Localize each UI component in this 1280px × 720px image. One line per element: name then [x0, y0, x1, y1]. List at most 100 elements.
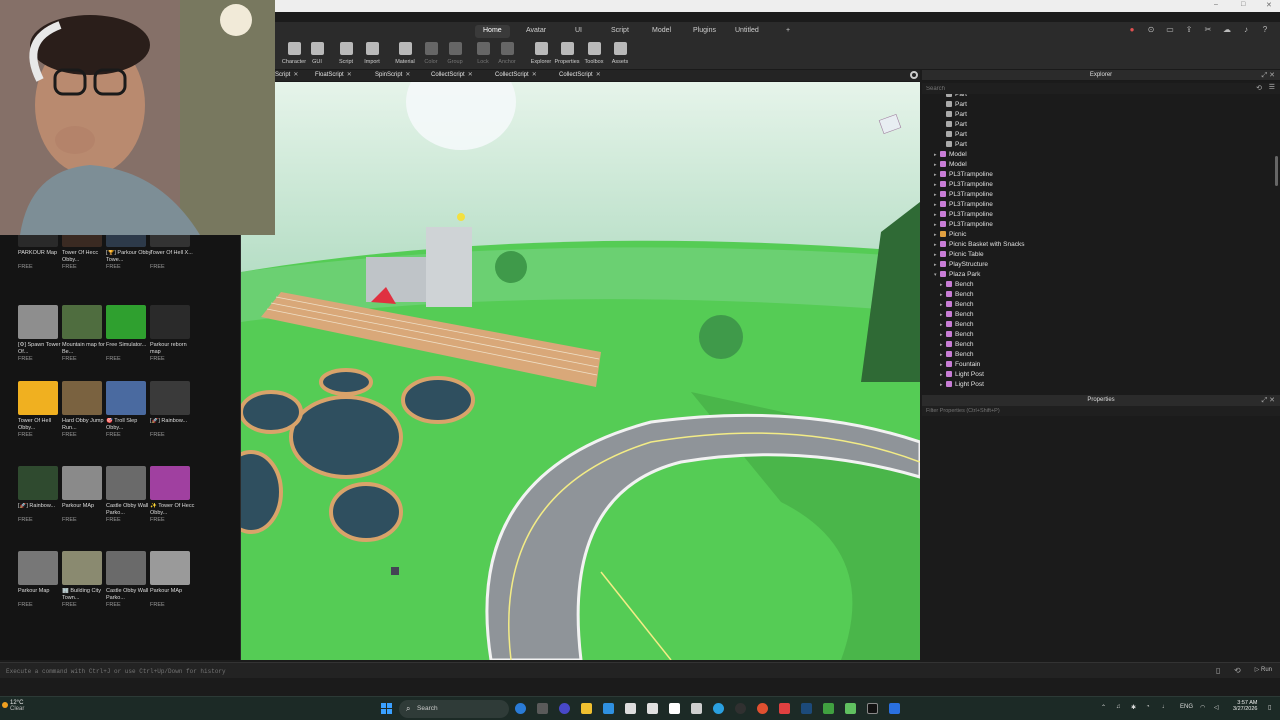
command-input[interactable] — [6, 666, 606, 676]
language-indicator[interactable]: ENG — [1180, 704, 1193, 710]
explorer-node[interactable]: Part — [940, 100, 967, 110]
explorer-node[interactable]: ▸ Model — [934, 160, 967, 170]
explorer-node[interactable]: ▸ Bench — [940, 310, 973, 320]
close-icon[interactable]: ✕ — [1266, 1, 1272, 9]
history-icon[interactable]: ⟲ — [1234, 666, 1241, 675]
explorer-node[interactable]: ▸ PL3Trampoline — [934, 200, 993, 210]
wifi-icon[interactable]: ◠ — [1200, 704, 1205, 711]
viewport-scene[interactable] — [241, 82, 920, 660]
tab-add[interactable]: + — [778, 25, 798, 38]
import-tool-button[interactable]: Import — [358, 42, 386, 65]
properties-tool-button[interactable]: Properties — [553, 42, 581, 65]
weather-widget[interactable]: 12°C Clear — [10, 700, 24, 712]
taskbar-search[interactable]: ⌕ Search — [399, 700, 509, 718]
explorer-node[interactable]: ▸ Picnic — [934, 230, 966, 240]
store-icon[interactable] — [603, 703, 614, 714]
chrome-icon[interactable] — [757, 703, 768, 714]
tab-avatar[interactable]: Avatar — [518, 25, 554, 38]
pane-controls[interactable]: ⤢ ✕ — [1262, 71, 1275, 80]
network-icon[interactable]: ◔ — [1146, 704, 1150, 710]
explorer-tool-button[interactable]: Explorer — [527, 42, 555, 65]
explorer-node[interactable]: ▾ Plaza Park — [934, 270, 980, 280]
explorer-node[interactable]: ▸ PlayStructure — [934, 260, 988, 270]
toolbox-asset[interactable]: Parkour Map FREE — [18, 551, 64, 608]
script-tool-button[interactable]: Script — [332, 42, 360, 65]
media-icon[interactable] — [559, 703, 570, 714]
help-icon[interactable]: ? — [1260, 25, 1270, 35]
toolbox-asset[interactable]: Parkour reborn map FREE — [150, 305, 196, 362]
anchor-tool-button[interactable]: Anchor — [493, 42, 521, 65]
explorer-node[interactable]: Part — [940, 110, 967, 120]
task-view-icon[interactable] — [537, 703, 548, 714]
close-tab-icon[interactable]: ✕ — [293, 72, 298, 78]
run-button[interactable]: ▷ Run — [1255, 666, 1272, 673]
explorer-node[interactable]: ▸ Bench — [940, 330, 973, 340]
gui-tool-button[interactable]: GUI — [303, 42, 331, 65]
collaborate-icon[interactable]: ⊙ — [1146, 25, 1156, 35]
steam-icon[interactable] — [801, 703, 812, 714]
explorer-node[interactable]: ▸ Bench — [940, 290, 973, 300]
explorer-node[interactable]: ▸ Model — [934, 150, 967, 160]
toolbox-tool-button[interactable]: Toolbox — [580, 42, 608, 65]
mic-icon[interactable]: ♩ — [1162, 704, 1168, 710]
menu-icon[interactable]: ☰ — [1269, 83, 1275, 91]
explorer-node[interactable]: ▸ Bench — [940, 320, 973, 330]
assets-tool-button[interactable]: Assets — [606, 42, 634, 65]
bell-icon[interactable]: ♪ — [1241, 25, 1251, 35]
explorer-node[interactable]: ▸ PL3Trampoline — [934, 170, 993, 180]
toolbox-asset[interactable]: Castle Obby Wall Parko... FREE — [106, 551, 152, 608]
toolbox-asset[interactable]: [🚀] Rainbow... FREE — [18, 466, 64, 523]
properties-filter-input[interactable] — [926, 407, 1256, 415]
toolbox-asset[interactable]: Castle Obby Wall Parko... FREE — [106, 466, 152, 523]
pane-controls[interactable]: ⤢ ✕ — [1262, 396, 1275, 405]
close-tab-icon[interactable]: ✕ — [532, 72, 537, 78]
bookmark-icon[interactable]: ▯ — [1216, 666, 1220, 675]
tab-ui[interactable]: UI — [567, 25, 590, 38]
system-clock[interactable]: 3:57 AM 3/27/2026 — [1233, 700, 1257, 712]
cloud-icon[interactable]: ☁ — [1222, 25, 1232, 35]
explorer-node[interactable]: Part — [940, 120, 967, 130]
notepad-icon[interactable] — [625, 703, 636, 714]
toolbox-asset[interactable]: [🚀] Rainbow... FREE — [150, 381, 196, 438]
explorer-scrollbar[interactable] — [1275, 156, 1278, 186]
gear-icon[interactable] — [910, 71, 918, 79]
share-icon[interactable]: ⇪ — [1184, 25, 1194, 35]
explorer-node[interactable]: ▸ Bench — [940, 300, 973, 310]
close-tab-icon[interactable]: ✕ — [347, 72, 352, 78]
tab-untitled[interactable]: Untitled — [727, 25, 767, 38]
toolbox-asset[interactable]: [⚙] Spawn Tower Of... FREE — [18, 305, 64, 362]
obs-icon[interactable] — [735, 703, 746, 714]
telegram-icon[interactable] — [713, 703, 724, 714]
toolbox-asset[interactable]: Tower Of Hell Obby... FREE — [18, 381, 64, 438]
toolbox-asset[interactable]: Free Simulator... FREE — [106, 305, 152, 362]
toolbox-asset[interactable]: ✨ Tower Of Hecc Obby... FREE — [150, 466, 196, 523]
minecraft-icon[interactable] — [823, 703, 834, 714]
explorer-node[interactable]: ▸ Picnic Basket with Snacks — [934, 240, 1025, 250]
explorer-node[interactable]: ▸ Light Post — [940, 380, 984, 390]
toolbox-asset[interactable]: 🏢 Building City Town... FREE — [62, 551, 108, 608]
chevron-up-icon[interactable]: ⌃ — [1101, 704, 1106, 711]
tab-plugins[interactable]: Plugins — [685, 25, 724, 38]
roblox-icon[interactable] — [691, 703, 702, 714]
brave-icon[interactable] — [779, 703, 790, 714]
chat-icon[interactable]: ▭ — [1165, 25, 1175, 35]
explorer-node[interactable]: ▸ Bench — [940, 340, 973, 350]
explorer-search-input[interactable] — [926, 84, 1246, 93]
speaker-icon[interactable]: ♫ — [1116, 704, 1121, 710]
close-tab-icon[interactable]: ✕ — [405, 72, 410, 78]
toolbox-asset[interactable]: Tower Of Hecc Obby... FREE — [62, 233, 108, 270]
material-tool-button[interactable]: Material — [391, 42, 419, 65]
xbox-icon[interactable] — [669, 703, 680, 714]
group-tool-button[interactable]: Group — [441, 42, 469, 65]
close-tab-icon[interactable]: ✕ — [596, 72, 601, 78]
excel-icon[interactable] — [845, 703, 856, 714]
explorer-node[interactable]: ▸ Bench — [940, 350, 973, 360]
toolbox-asset[interactable]: Hard Obby Jump Run... FREE — [62, 381, 108, 438]
explorer-node[interactable]: Part — [940, 130, 967, 140]
explorer-node[interactable]: ▸ PL3Trampoline — [934, 180, 993, 190]
file-explorer-icon[interactable] — [581, 703, 592, 714]
script-tab[interactable]: Script ✕ — [275, 71, 298, 78]
script-tab[interactable]: CollectScript ✕ — [431, 71, 473, 78]
toolbox-asset[interactable]: Mountain map for Be... FREE — [62, 305, 108, 362]
vscode-icon[interactable] — [889, 703, 900, 714]
